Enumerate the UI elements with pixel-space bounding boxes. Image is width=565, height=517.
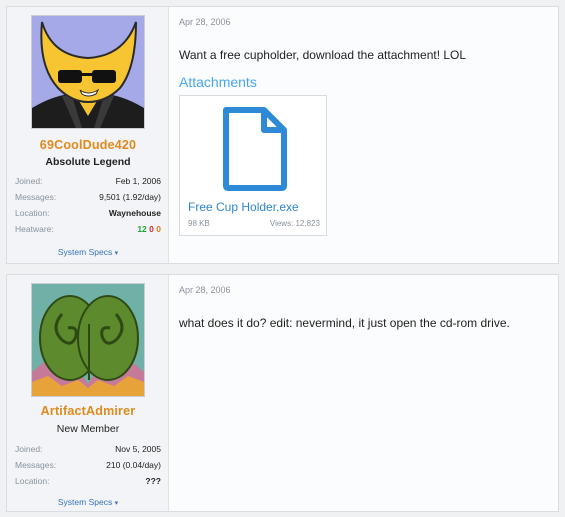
post-content: Apr 28, 2006 Want a free cupholder, down… xyxy=(177,7,548,263)
post-date[interactable]: Apr 28, 2006 xyxy=(179,285,231,295)
post: 69CoolDude420 Absolute Legend Joined: Fe… xyxy=(6,6,559,264)
username[interactable]: ArtifactAdmirer xyxy=(7,404,169,418)
user-title: New Member xyxy=(56,423,120,435)
stat-heatware: Heatware: 12 0 0 xyxy=(15,221,161,237)
attachment-card[interactable]: Free Cup Holder.exe 98 KB Views: 12,823 xyxy=(179,95,327,236)
avatar[interactable] xyxy=(31,283,145,397)
system-specs-toggle[interactable]: System Specs ▾ xyxy=(7,497,169,507)
file-icon xyxy=(223,107,287,191)
stat-value: 9,501 (1.92/day) xyxy=(99,192,161,202)
stat-joined: Joined: Nov 5, 2005 xyxy=(15,441,161,457)
stat-value: Waynehouse xyxy=(108,208,161,218)
system-specs-toggle[interactable]: System Specs ▾ xyxy=(7,247,169,257)
stat-label: Joined: xyxy=(15,444,43,454)
stat-value: ??? xyxy=(145,476,161,486)
attachments-title: Attachments xyxy=(179,74,257,90)
stat-value: Feb 1, 2006 xyxy=(115,176,161,186)
post: ArtifactAdmirer New Member Joined: Nov 5… xyxy=(6,274,559,512)
stat-location: Location: ??? xyxy=(15,473,161,489)
thread: 69CoolDude420 Absolute Legend Joined: Fe… xyxy=(0,0,565,517)
user-stats: Joined: Feb 1, 2006 Messages: 9,501 (1.9… xyxy=(15,173,161,237)
stat-label: Heatware: xyxy=(15,224,54,234)
post-message: what does it do? edit: nevermind, it jus… xyxy=(179,316,510,330)
chevron-down-icon: ▾ xyxy=(114,250,119,257)
chevron-down-icon: ▾ xyxy=(114,500,119,507)
post-date[interactable]: Apr 28, 2006 xyxy=(179,17,231,27)
attachment-name[interactable]: Free Cup Holder.exe xyxy=(188,200,299,214)
stat-location: Location: Waynehouse xyxy=(15,205,161,221)
system-specs-label: System Specs xyxy=(57,247,113,257)
stat-label: Joined: xyxy=(15,176,43,186)
system-specs-label: System Specs xyxy=(57,497,113,507)
stat-label: Messages: xyxy=(15,460,57,470)
heatware-negative: 0 xyxy=(156,224,161,234)
post-message: Want a free cupholder, download the atta… xyxy=(179,48,467,62)
user-title: Absolute Legend xyxy=(45,156,131,168)
stat-label: Location: xyxy=(15,208,50,218)
heatware-positive: 12 xyxy=(137,224,147,234)
attachment-views: Views: 12,823 xyxy=(269,219,320,228)
heatware-score[interactable]: 12 0 0 xyxy=(137,224,161,234)
stat-joined: Joined: Feb 1, 2006 xyxy=(15,173,161,189)
user-panel: ArtifactAdmirer New Member Joined: Nov 5… xyxy=(7,275,169,511)
attachment-size: 98 KB xyxy=(188,219,210,228)
stat-value: Nov 5, 2005 xyxy=(115,444,161,454)
stat-value: 210 (0.04/day) xyxy=(106,460,161,470)
heatware-neutral: 0 xyxy=(149,224,154,234)
avatar[interactable] xyxy=(31,15,145,129)
stat-label: Location: xyxy=(15,476,50,486)
user-stats: Joined: Nov 5, 2005 Messages: 210 (0.04/… xyxy=(15,441,161,489)
username[interactable]: 69CoolDude420 xyxy=(7,138,169,152)
post-content: Apr 28, 2006 what does it do? edit: neve… xyxy=(177,275,548,511)
stat-messages: Messages: 210 (0.04/day) xyxy=(15,457,161,473)
user-panel: 69CoolDude420 Absolute Legend Joined: Fe… xyxy=(7,7,169,263)
stat-messages: Messages: 9,501 (1.92/day) xyxy=(15,189,161,205)
stat-label: Messages: xyxy=(15,192,57,202)
